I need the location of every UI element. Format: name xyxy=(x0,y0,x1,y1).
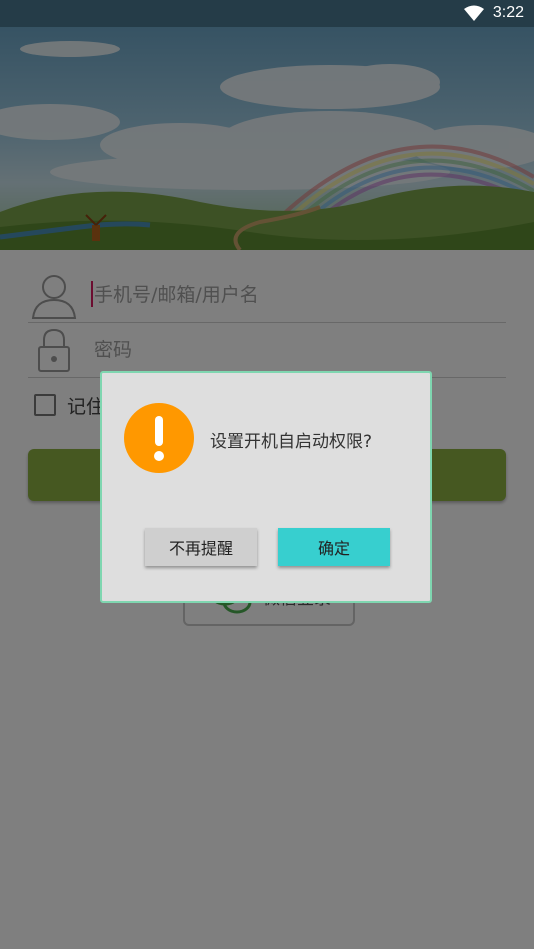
dont-remind-button[interactable]: 不再提醒 xyxy=(145,528,257,566)
wifi-icon xyxy=(464,5,484,21)
status-bar: 3:22 xyxy=(0,0,534,27)
warning-icon xyxy=(124,403,194,473)
status-time: 3:22 xyxy=(492,4,524,21)
autostart-permission-dialog: 设置开机自启动权限? 不再提醒 确定 xyxy=(100,371,432,603)
dialog-message: 设置开机自启动权限? xyxy=(210,432,373,452)
confirm-button[interactable]: 确定 xyxy=(278,528,390,566)
